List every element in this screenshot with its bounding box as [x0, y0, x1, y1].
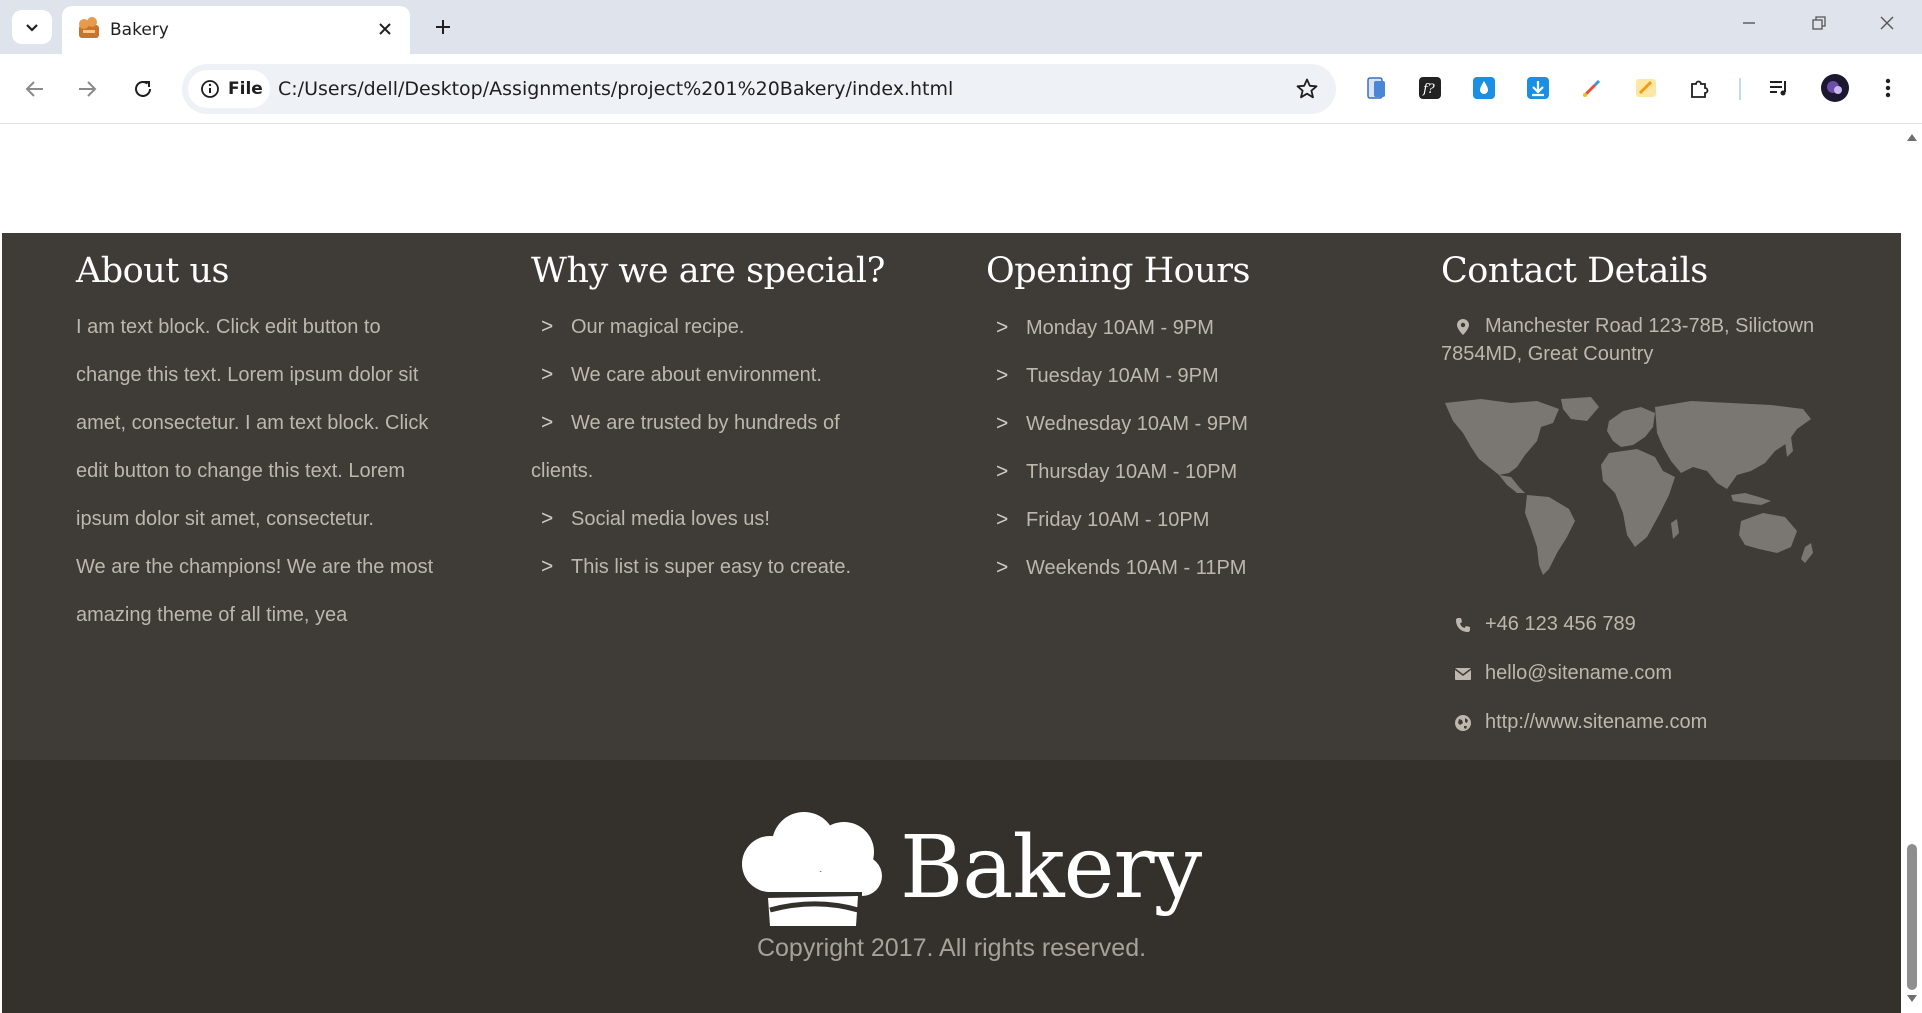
list-item: > We care about environment. [531, 351, 851, 399]
address-line-2: 7854MD, Great Country [1441, 343, 1654, 365]
close-window-button[interactable] [1864, 8, 1910, 38]
website-line[interactable]: http://www.sitename.com [1441, 711, 1707, 734]
phone-line: +46 123 456 789 [1441, 613, 1636, 636]
about-line: edit button to change this text. Lorem [76, 460, 406, 482]
list-item: > Tuesday 10AM - 9PM [986, 352, 1248, 400]
hours-heading: Opening Hours [986, 251, 1250, 291]
chevron-right-icon: > [996, 412, 1009, 435]
list-item: > Friday 10AM - 10PM [986, 496, 1248, 544]
about-line: amet, consectetur. I am text block. Clic… [76, 412, 429, 434]
close-icon [1880, 16, 1894, 30]
star-icon [1296, 78, 1318, 99]
download-icon[interactable] [1523, 73, 1553, 103]
brand-name: Bakery [900, 818, 1202, 918]
footer-bottom: Bakery Copyright 2017. All rights reserv… [2, 760, 1901, 1013]
chevron-right-icon: > [996, 364, 1009, 387]
about-text: I am text block. Click edit button to ch… [76, 303, 456, 639]
arrow-right-icon [79, 81, 97, 97]
chevron-right-icon: > [996, 508, 1009, 531]
tab-strip: Bakery [0, 0, 1922, 54]
list-item: > We are trusted by hundreds of [531, 399, 851, 447]
contact-heading: Contact Details [1441, 251, 1708, 291]
browser-menu-button[interactable] [1873, 73, 1903, 103]
globe-icon [1455, 714, 1471, 731]
fx-icon[interactable]: f? [1415, 73, 1445, 103]
list-item: > Thursday 10AM - 10PM [986, 448, 1248, 496]
pen-icon[interactable] [1577, 73, 1607, 103]
about-line: We are the champions! We are the most [76, 556, 434, 578]
bakery-favicon-icon [79, 17, 99, 38]
about-line: change this text. Lorem ipsum dolor sit [76, 364, 419, 386]
chevron-right-icon: > [541, 555, 554, 578]
tab-title: Bakery [110, 20, 169, 40]
copyright-text: Copyright 2017. All rights reserved. [756, 934, 1147, 962]
puzzle-icon[interactable] [1685, 73, 1715, 103]
special-heading: Why we are special? [531, 251, 885, 291]
email-line[interactable]: hello@sitename.com [1441, 662, 1672, 685]
hours-list: > Monday 10AM - 9PM > Tuesday 10AM - 9PM >… [986, 304, 1248, 592]
back-button[interactable] [16, 70, 54, 108]
url-text[interactable]: C:/Users/dell/Desktop/Assignments/projec… [278, 78, 953, 100]
envelope-icon [1454, 667, 1472, 680]
page-viewport: About us I am text block. Click edit but… [0, 124, 1901, 1013]
site-chip-label: File [228, 79, 263, 99]
contact-column: Contact Details Manchester Road 123-78B,… [1441, 233, 1841, 753]
media-icon[interactable] [1764, 73, 1794, 103]
chevron-right-icon: > [996, 460, 1009, 483]
close-tab-button[interactable] [374, 18, 396, 40]
scroll-down-arrow-icon[interactable] [1906, 994, 1918, 1004]
list-item: > This list is super easy to create. [531, 543, 851, 591]
list-item: > Wednesday 10AM - 9PM [986, 400, 1248, 448]
minimize-icon [1743, 22, 1755, 24]
world-map-image [1445, 397, 1813, 575]
list-item: > Monday 10AM - 9PM [986, 304, 1248, 352]
browser-tab[interactable]: Bakery [62, 6, 410, 54]
special-list: > Our magical recipe. > We care about envi… [531, 303, 851, 591]
reload-button[interactable] [124, 70, 162, 108]
about-heading: About us [76, 251, 230, 291]
reload-icon [135, 80, 151, 97]
new-tab-button[interactable] [426, 10, 460, 44]
forward-button[interactable] [68, 70, 106, 108]
page-scrollbar[interactable] [1901, 124, 1922, 1013]
restore-icon [1812, 16, 1826, 30]
phone-icon [1456, 617, 1470, 632]
address-bar[interactable]: File C:/Users/dell/Desktop/Assignments/p… [182, 64, 1336, 114]
chevron-down-icon [26, 24, 38, 32]
about-line: I am text block. Click edit button to [76, 316, 381, 338]
svg-text:f?: f? [1422, 82, 1436, 97]
chevron-right-icon: > [541, 315, 554, 338]
list-item: > Social media loves us! [531, 495, 851, 543]
kebab-menu-icon [1885, 78, 1891, 98]
chevron-right-icon: > [996, 556, 1009, 579]
toolbar-divider [1739, 78, 1741, 100]
scroll-up-arrow-icon[interactable] [1906, 132, 1918, 142]
info-icon [201, 80, 219, 98]
chef-hat-icon [742, 812, 882, 926]
tab-search-button[interactable] [12, 10, 52, 44]
list-item: > Our magical recipe. [531, 303, 851, 351]
chevron-right-icon: > [996, 316, 1009, 339]
list-item: > Weekends 10AM - 11PM [986, 544, 1248, 592]
bookmark-button[interactable] [1292, 74, 1322, 104]
profile-avatar[interactable] [1820, 73, 1850, 103]
drop-icon[interactable] [1469, 73, 1499, 103]
highlighter-icon[interactable] [1631, 73, 1661, 103]
scrollbar-thumb[interactable] [1907, 844, 1917, 990]
chevron-right-icon: > [541, 507, 554, 530]
restore-button[interactable] [1796, 8, 1842, 38]
chevron-right-icon: > [541, 411, 554, 434]
plus-icon [436, 20, 450, 34]
footer-info: About us I am text block. Click edit but… [2, 233, 1901, 760]
about-line: ipsum dolor sit amet, consectetur. [76, 508, 374, 530]
about-line: amazing theme of all time, yea [76, 604, 348, 626]
bakery-logo[interactable]: Bakery [740, 810, 1210, 930]
minimize-button[interactable] [1726, 8, 1772, 38]
close-icon [379, 23, 391, 35]
arrow-left-icon [25, 81, 43, 97]
chevron-right-icon: > [541, 363, 554, 386]
list-item-wrap: clients. [531, 460, 594, 482]
phone-icon[interactable] [1362, 73, 1392, 103]
